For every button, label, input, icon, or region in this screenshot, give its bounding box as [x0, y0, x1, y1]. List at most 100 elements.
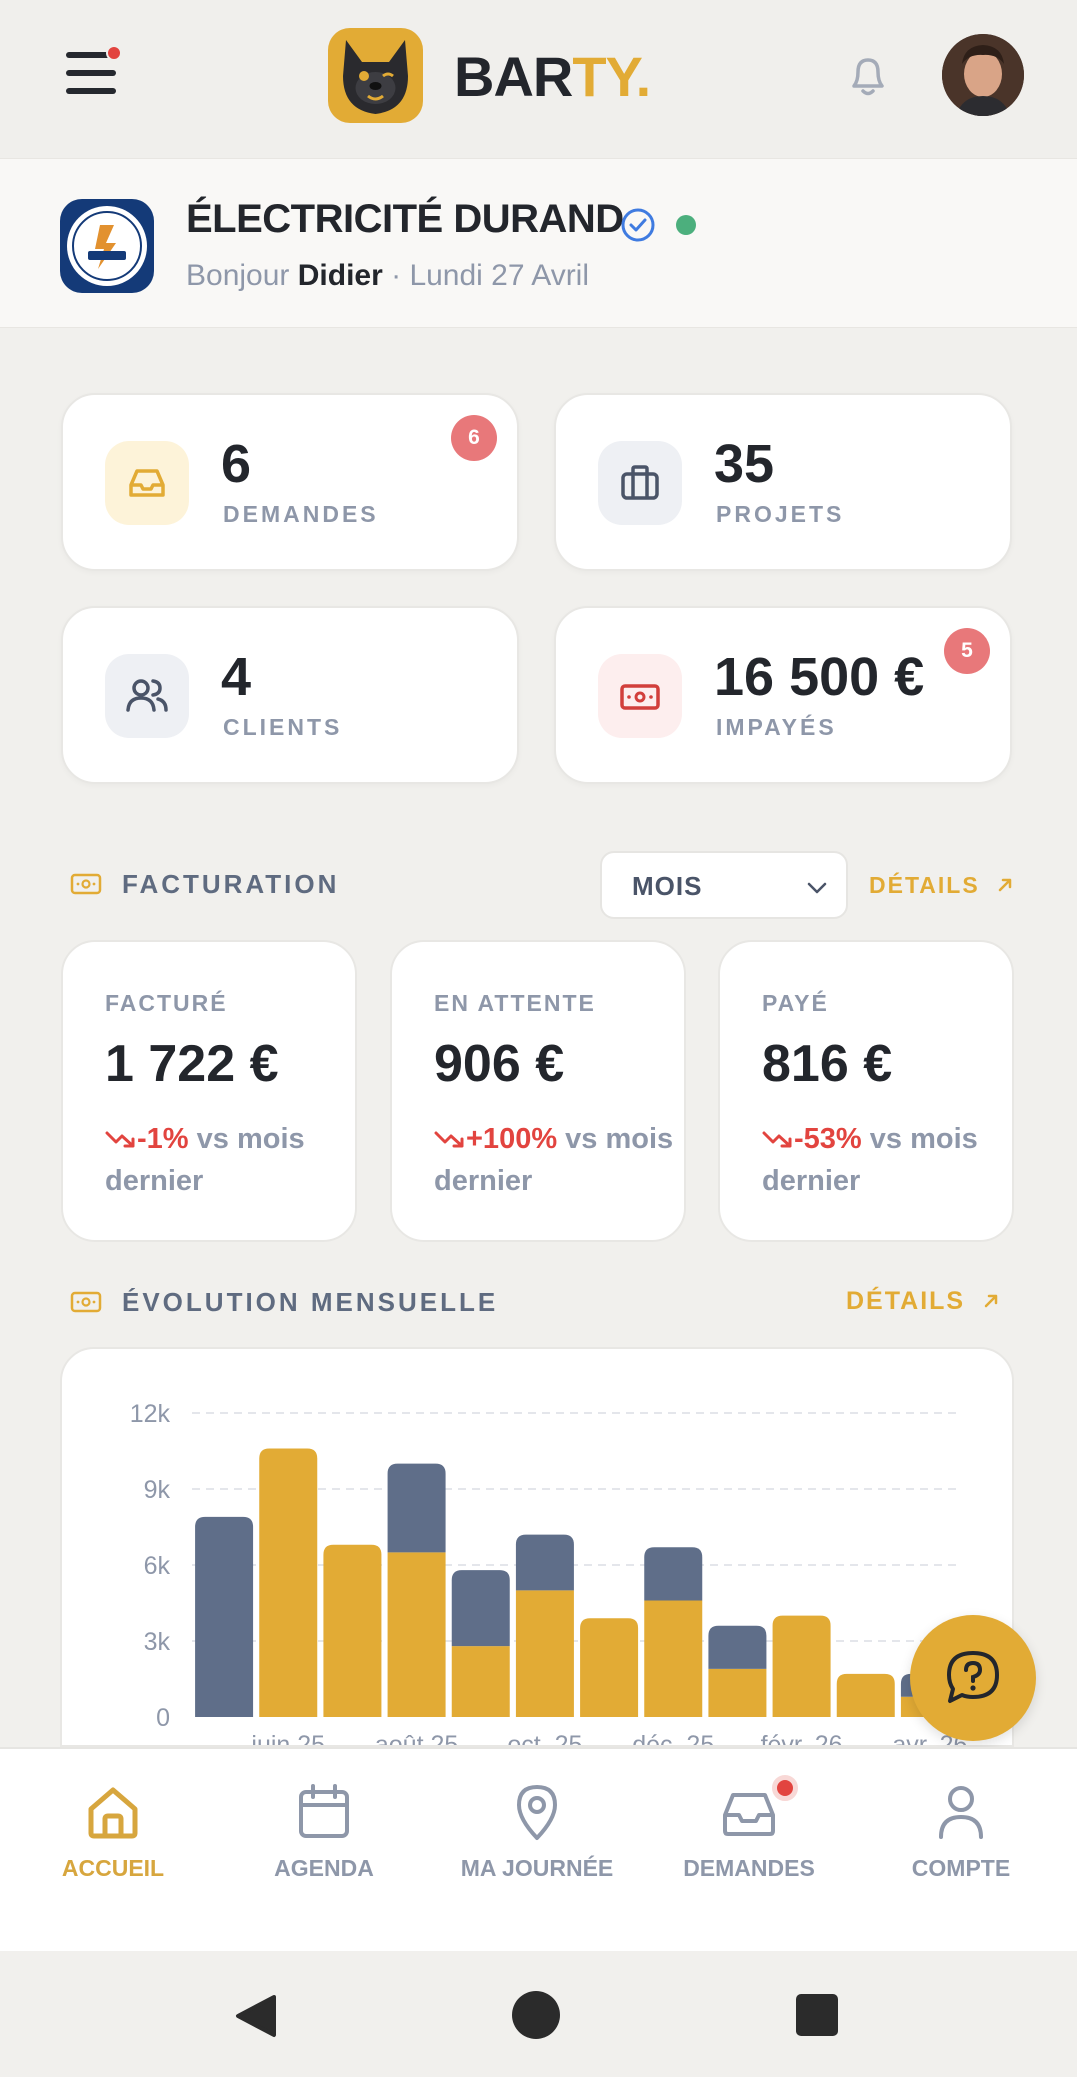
y-tick-label: 0 — [156, 1704, 170, 1732]
bottom-navigation: ACCUEIL AGENDA MA JOURNÉE DEMANDES COMPT… — [0, 1747, 1077, 1951]
billing-card-en-attente[interactable]: EN ATTENTE 906 € +100% vs mois dernier — [390, 940, 686, 1242]
chart-bar-segment — [515, 1534, 574, 1591]
user-name: Didier — [297, 259, 383, 292]
x-tick-label: juin 25 — [250, 1731, 325, 1747]
arrow-up-right-icon — [984, 1294, 998, 1308]
nav-item-agenda[interactable]: AGENDA — [219, 1779, 429, 1919]
brand-name: BARTY. — [454, 45, 651, 108]
chart-bar-segment — [323, 1544, 382, 1717]
briefcase-icon — [598, 441, 682, 525]
billing-card-value: 906 € — [434, 1035, 565, 1093]
chart-bar-segment — [259, 1448, 318, 1717]
home-icon — [88, 1787, 138, 1839]
trending-down-icon — [105, 1131, 135, 1148]
home-button[interactable] — [512, 1991, 560, 2039]
arrow-up-right-icon — [998, 878, 1012, 892]
x-tick-label: déc. 25 — [632, 1731, 714, 1747]
nav-item-accueil[interactable]: ACCUEIL — [8, 1779, 218, 1919]
chart-bar-segment — [387, 1552, 446, 1717]
system-navigation-bar — [0, 1951, 1077, 2077]
x-tick-label: oct. 25 — [507, 1731, 582, 1747]
period-select-value: MOIS — [632, 871, 703, 901]
monthly-stacked-bar-chart: 0 3k 6k 9k 12k juin 25 août 25 oct. 25 déc. 25 fé… — [130, 1400, 968, 1747]
app-logo-icon — [328, 28, 423, 123]
help-button[interactable] — [910, 1615, 1036, 1741]
period-select[interactable]: MOIS — [600, 851, 848, 919]
section-title-evolution: ÉVOLUTION MENSUELLE — [122, 1287, 499, 1317]
evolution-details-link[interactable]: DÉTAILS — [846, 1287, 1002, 1316]
avatar[interactable] — [942, 34, 1024, 116]
chart-bar-segment — [195, 1516, 254, 1717]
recent-apps-button[interactable] — [796, 1994, 838, 2036]
stat-card-clients[interactable]: 4 CLIENTS — [61, 606, 519, 784]
billing-card-facture[interactable]: FACTURÉ 1 722 € -1% vs mois dernier — [61, 940, 357, 1242]
cash-icon — [598, 654, 682, 738]
trending-down-icon — [762, 1131, 792, 1148]
chart-bar-segment — [387, 1463, 446, 1553]
stat-label: CLIENTS — [223, 714, 343, 740]
calendar-icon — [299, 1784, 349, 1838]
nav-item-ma-journee[interactable]: MA JOURNÉE — [432, 1779, 642, 1919]
inbox-icon — [105, 441, 189, 525]
monthly-chart-card: 0 3k 6k 9k 12k juin 25 août 25 oct. 25 déc. 25 fé… — [60, 1347, 1014, 1747]
chart-bar-segment — [772, 1615, 831, 1717]
map-pin-icon — [517, 1785, 557, 1840]
back-icon[interactable] — [234, 1993, 278, 2039]
notification-dot — [106, 45, 122, 61]
stat-card-demandes[interactable]: 6 DEMANDES 6 — [61, 393, 519, 571]
x-tick-label: févr. 26 — [761, 1731, 843, 1747]
y-tick-label: 9k — [144, 1476, 171, 1504]
nav-item-compte[interactable]: COMPTE — [856, 1779, 1066, 1919]
nav-item-demandes[interactable]: DEMANDES — [644, 1775, 854, 1919]
users-icon — [105, 654, 189, 738]
chart-bar-segment — [836, 1673, 895, 1717]
billing-card-paye[interactable]: PAYÉ 816 € -53% vs mois dernier — [718, 940, 1014, 1242]
chart-bar-segment — [515, 1590, 574, 1717]
billing-card-value: 1 722 € — [105, 1035, 279, 1093]
chart-bar-segment — [451, 1646, 510, 1717]
billing-card-title: PAYÉ — [762, 990, 829, 1016]
stat-value: 4 — [221, 647, 252, 707]
stat-card-projets[interactable]: 35 PROJETS — [554, 393, 1012, 571]
chart-bar-segment — [644, 1547, 703, 1601]
billing-details-link[interactable]: DÉTAILS — [869, 872, 1016, 899]
company-name: ÉLECTRICITÉ DURAND — [186, 197, 624, 241]
stat-value: 35 — [714, 434, 775, 494]
billing-card-change: +100% vs mois dernier — [434, 1123, 674, 1197]
stat-label: DEMANDES — [223, 501, 379, 527]
greeting-line: Bonjour Didier · Lundi 27 Avril — [186, 259, 590, 292]
help-icon — [947, 1651, 999, 1703]
stat-value: 16 500 € — [714, 647, 925, 707]
top-app-bar: BARTY. — [0, 0, 1077, 158]
x-tick-label: août 25 — [375, 1731, 458, 1747]
count-badge: 6 — [451, 415, 497, 461]
chart-bar-segment — [644, 1600, 703, 1717]
trending-down-icon — [434, 1131, 464, 1148]
online-status-dot — [676, 215, 696, 235]
y-tick-label: 6k — [144, 1552, 171, 1580]
billing-card-change: -53% vs mois dernier — [762, 1123, 978, 1197]
chart-bar-segment — [451, 1570, 510, 1647]
verified-badge-icon — [620, 207, 656, 243]
y-tick-label: 12k — [130, 1400, 171, 1428]
cash-icon — [70, 1290, 102, 1314]
stat-card-impayes[interactable]: 16 500 € IMPAYÉS 5 — [554, 606, 1012, 784]
billing-card-change: -1% vs mois dernier — [105, 1123, 305, 1197]
y-tick-label: 3k — [144, 1628, 171, 1656]
chart-bar-segment — [708, 1625, 767, 1669]
chart-bar-segment — [580, 1618, 639, 1717]
chevron-down-icon — [802, 873, 832, 903]
cash-icon — [70, 872, 102, 896]
user-icon — [939, 1786, 983, 1839]
bell-icon[interactable] — [840, 48, 896, 104]
section-title-facturation: FACTURATION — [122, 869, 340, 899]
stat-label: IMPAYÉS — [716, 714, 837, 740]
menu-button[interactable] — [66, 45, 122, 96]
stat-value: 6 — [221, 434, 252, 494]
stat-label: PROJETS — [716, 501, 845, 527]
notification-dot — [772, 1775, 798, 1801]
billing-card-title: FACTURÉ — [105, 990, 228, 1016]
company-logo-icon — [60, 199, 154, 293]
billing-card-value: 816 € — [762, 1035, 893, 1093]
count-badge: 5 — [944, 628, 990, 674]
